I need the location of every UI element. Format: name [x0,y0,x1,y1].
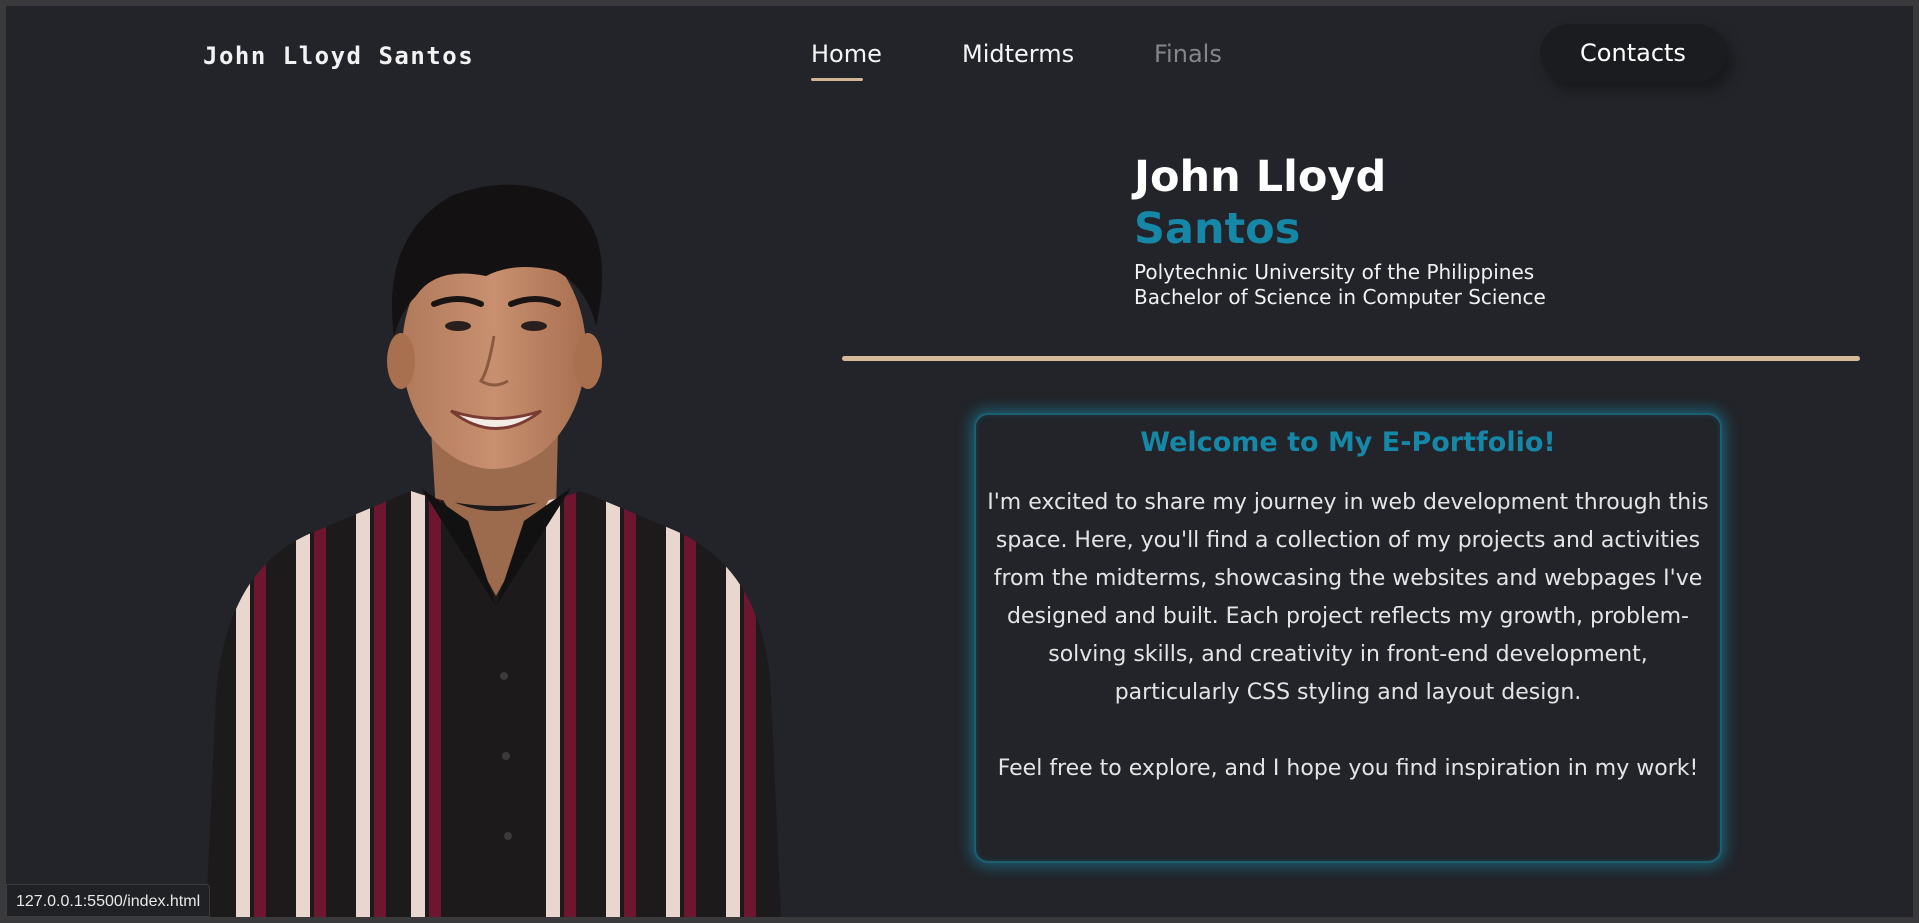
hero-last-name: Santos [1134,204,1301,254]
status-bar-url: 127.0.0.1:5500/index.html [6,884,211,917]
hero-first-name: John Lloyd [1134,152,1387,202]
profile-photo [206,184,781,917]
nav-active-indicator [811,78,863,81]
nav-midterms-link[interactable]: Midterms [962,40,1074,68]
nav-finals-link[interactable]: Finals [1154,40,1222,68]
welcome-body: I'm excited to share my journey in web d… [987,490,1709,705]
hero-school: Polytechnic University of the Philippine… [1134,260,1535,284]
welcome-title: Welcome to My E-Portfolio! [1140,427,1556,458]
hero-degree: Bachelor of Science in Computer Science [1134,285,1546,309]
portfolio-page: John Lloyd Santos Home Midterms Finals C… [6,6,1913,917]
welcome-closing: Feel free to explore, and I hope you fin… [997,756,1699,781]
nav-home-link[interactable]: Home [811,40,882,68]
welcome-card: Welcome to My E-Portfolio! I'm excited t… [974,413,1722,863]
section-divider [842,356,1860,361]
contacts-button[interactable]: Contacts [1540,24,1726,82]
